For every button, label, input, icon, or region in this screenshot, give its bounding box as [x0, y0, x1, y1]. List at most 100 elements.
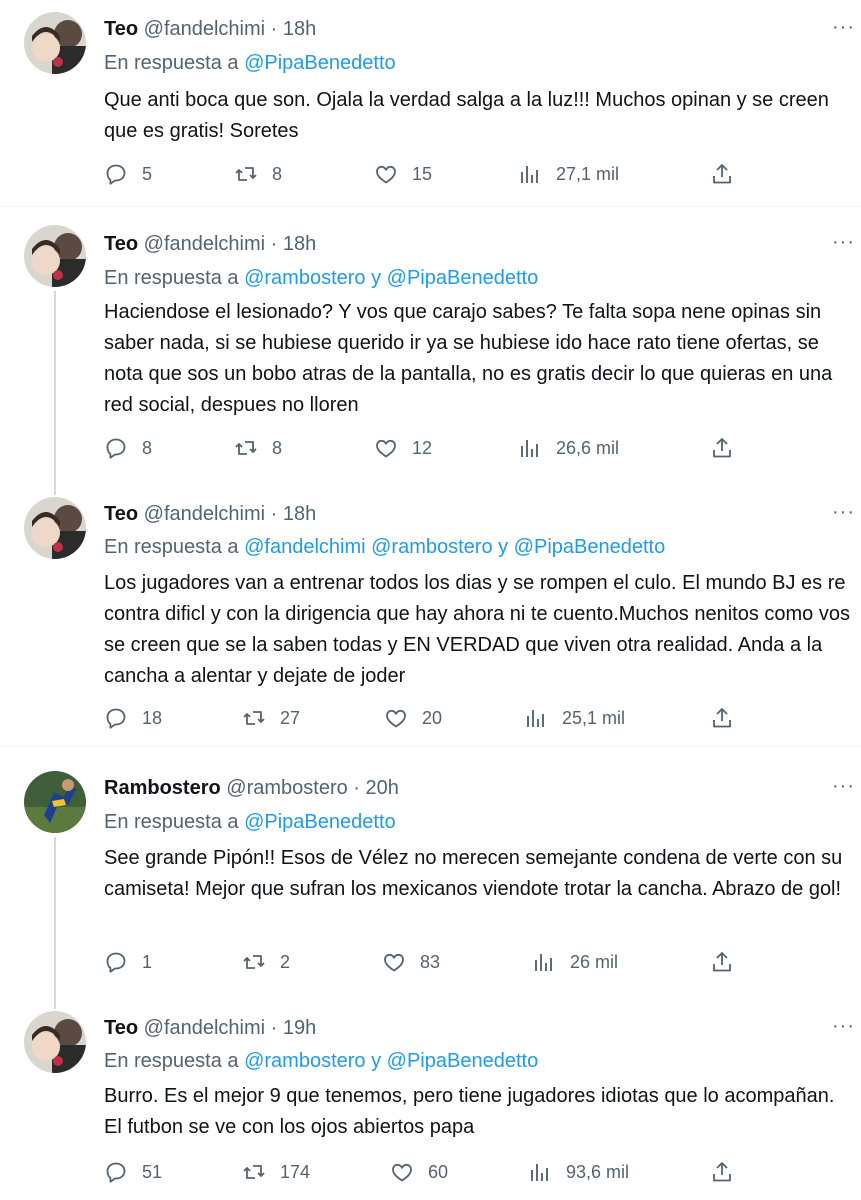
- mentions[interactable]: @PipaBenedetto: [244, 52, 396, 74]
- retweet-count: 8: [272, 163, 283, 184]
- more-icon[interactable]: ···: [832, 231, 855, 254]
- retweet-button[interactable]: 2: [242, 947, 290, 977]
- views-button[interactable]: 25,1 mil: [524, 703, 625, 733]
- views-button[interactable]: 26,6 mil: [518, 433, 619, 463]
- tweet-text: Los jugadores van a entrenar todos los d…: [104, 572, 850, 687]
- share-button[interactable]: [710, 159, 734, 189]
- reply-button[interactable]: 51: [104, 1157, 162, 1187]
- avatar[interactable]: [24, 771, 86, 833]
- tweet[interactable]: Teo @fandelchimi · 18h ··· En respuesta …: [0, 0, 861, 206]
- reply-icon: [104, 706, 128, 730]
- tweet[interactable]: Teo @fandelchimi · 19h ··· En respuesta …: [0, 995, 861, 1200]
- reply-prefix: En respuesta a: [104, 52, 245, 74]
- display-name[interactable]: Rambostero: [104, 777, 221, 799]
- avatar[interactable]: [24, 12, 86, 74]
- reply-button[interactable]: 5: [104, 159, 152, 189]
- display-name[interactable]: Teo: [104, 18, 138, 40]
- share-button[interactable]: [710, 1157, 734, 1187]
- reply-prefix: En respuesta a: [104, 267, 245, 289]
- avatar[interactable]: [24, 1011, 86, 1073]
- reply-count: 51: [142, 1161, 163, 1182]
- thread-line: [54, 477, 56, 495]
- avatar[interactable]: [24, 497, 86, 559]
- thread-line: [54, 291, 56, 477]
- share-icon: [710, 706, 734, 730]
- thread-line: [54, 837, 56, 995]
- views-button[interactable]: 26 mil: [532, 947, 618, 977]
- like-button[interactable]: 15: [374, 159, 432, 189]
- tweet[interactable]: Teo @fandelchimi · 18h ··· En respuesta …: [0, 477, 861, 745]
- like-button[interactable]: 83: [382, 947, 440, 977]
- handle[interactable]: @fandelchimi: [144, 233, 265, 255]
- like-button[interactable]: 12: [374, 433, 432, 463]
- retweet-icon: [234, 436, 258, 460]
- like-button[interactable]: 60: [390, 1157, 448, 1187]
- reply-button[interactable]: 8: [104, 433, 152, 463]
- like-icon: [374, 162, 398, 186]
- reply-context: En respuesta a @PipaBenedetto: [104, 50, 396, 76]
- more-icon[interactable]: ···: [832, 775, 855, 798]
- display-name[interactable]: Teo: [104, 233, 138, 255]
- avatar[interactable]: [24, 225, 86, 287]
- retweet-count: 8: [272, 437, 283, 458]
- display-name[interactable]: Teo: [104, 503, 138, 525]
- views-button[interactable]: 27,1 mil: [518, 159, 619, 189]
- views-count: 93,6 mil: [566, 1161, 630, 1182]
- action-bar: 8 8 12 26,6 mil: [104, 433, 744, 463]
- mentions[interactable]: @rambostero y @PipaBenedetto: [244, 267, 538, 289]
- tweet[interactable]: Teo @fandelchimi · 18h ··· En respuesta …: [0, 207, 861, 477]
- reply-icon: [104, 436, 128, 460]
- thread-line: [54, 995, 56, 1009]
- share-button[interactable]: [710, 703, 734, 733]
- reply-count: 8: [142, 437, 153, 458]
- more-icon[interactable]: ···: [832, 16, 855, 39]
- retweet-button[interactable]: 8: [234, 159, 282, 189]
- share-icon: [710, 436, 734, 460]
- handle[interactable]: @fandelchimi: [144, 1017, 265, 1039]
- reply-count: 18: [142, 707, 163, 728]
- display-name[interactable]: Teo: [104, 1017, 138, 1039]
- tweet-header: Teo @fandelchimi · 18h: [104, 231, 316, 257]
- share-icon: [710, 950, 734, 974]
- like-icon: [382, 950, 406, 974]
- handle[interactable]: @rambostero: [226, 777, 347, 799]
- share-icon: [710, 1160, 734, 1184]
- tweet-header: Rambostero @rambostero · 20h: [104, 775, 399, 801]
- retweet-button[interactable]: 27: [242, 703, 300, 733]
- like-icon: [384, 706, 408, 730]
- mentions[interactable]: @PipaBenedetto: [244, 811, 396, 833]
- reply-prefix: En respuesta a: [104, 811, 245, 833]
- timestamp[interactable]: 18h: [283, 233, 316, 255]
- tweet[interactable]: Rambostero @rambostero · 20h ··· En resp…: [0, 747, 861, 995]
- reply-button[interactable]: 18: [104, 703, 162, 733]
- tweet-text: Burro. Es el mejor 9 que tenemos, pero t…: [104, 1085, 835, 1138]
- handle[interactable]: @fandelchimi: [144, 18, 265, 40]
- tweet-header: Teo @fandelchimi · 19h: [104, 1015, 316, 1041]
- more-icon[interactable]: ···: [832, 1015, 855, 1038]
- retweet-button[interactable]: 174: [242, 1157, 310, 1187]
- like-count: 20: [422, 707, 443, 728]
- mentions[interactable]: @rambostero y @PipaBenedetto: [244, 1050, 538, 1072]
- timestamp[interactable]: 20h: [366, 777, 399, 799]
- reply-context: En respuesta a @PipaBenedetto: [104, 809, 396, 835]
- views-button[interactable]: 93,6 mil: [528, 1157, 629, 1187]
- timestamp[interactable]: 18h: [283, 18, 316, 40]
- timestamp[interactable]: 19h: [283, 1017, 316, 1039]
- mentions[interactable]: @fandelchimi @rambostero y @PipaBenedett…: [244, 536, 665, 558]
- reply-button[interactable]: 1: [104, 947, 152, 977]
- like-button[interactable]: 20: [384, 703, 442, 733]
- views-icon: [528, 1160, 552, 1184]
- timestamp[interactable]: 18h: [283, 503, 316, 525]
- share-button[interactable]: [710, 947, 734, 977]
- more-icon[interactable]: ···: [832, 501, 855, 524]
- views-count: 26 mil: [570, 951, 619, 972]
- handle[interactable]: @fandelchimi: [144, 503, 265, 525]
- views-count: 26,6 mil: [556, 437, 620, 458]
- reply-icon: [104, 950, 128, 974]
- views-icon: [532, 950, 556, 974]
- retweet-button[interactable]: 8: [234, 433, 282, 463]
- share-icon: [710, 162, 734, 186]
- share-button[interactable]: [710, 433, 734, 463]
- retweet-icon: [234, 162, 258, 186]
- tweet-header: Teo @fandelchimi · 18h: [104, 16, 316, 42]
